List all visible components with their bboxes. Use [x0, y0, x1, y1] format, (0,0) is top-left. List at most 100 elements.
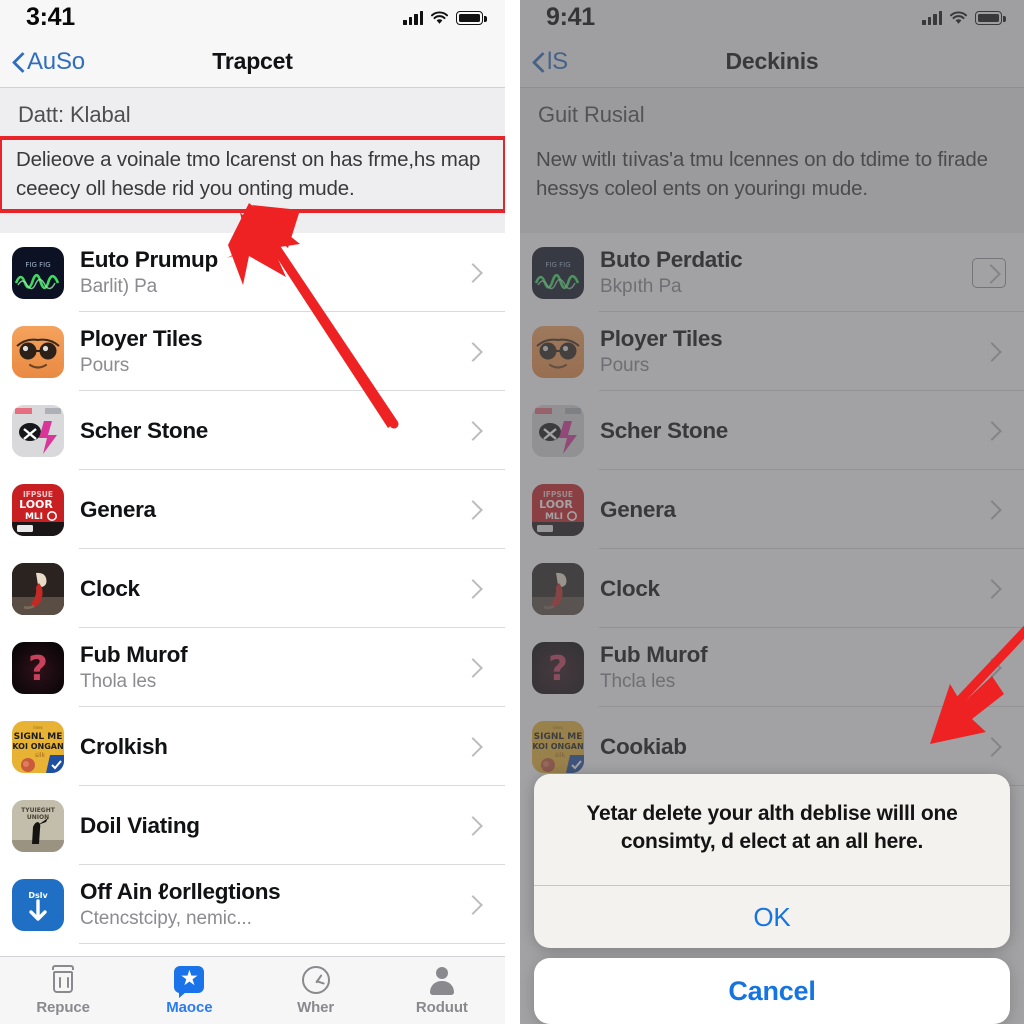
list-item[interactable]: Ployer Tiles Pours: [520, 312, 1024, 392]
section-banner-description: New witlı tıivas'a tmu lcennes on do tdi…: [536, 148, 988, 201]
list-item[interactable]: IFPSUE LOOR MLI Genera: [520, 470, 1024, 550]
app-icon-clock: [12, 562, 64, 615]
svg-text:silk: silk: [35, 752, 45, 759]
tab-roduut[interactable]: Roduut: [379, 964, 505, 1016]
panel-divider: [505, 0, 520, 1024]
chevron-right-icon[interactable]: [976, 653, 1006, 683]
list-item[interactable]: Scher Stone: [0, 391, 505, 471]
svg-text:silk: silk: [555, 752, 565, 759]
chevron-right-icon[interactable]: [457, 495, 487, 525]
list-item-text: Crolkish: [64, 734, 457, 760]
svg-text:MLI: MLI: [25, 512, 43, 522]
tab-maoce[interactable]: ★ Maoce: [126, 964, 252, 1016]
list-item-text: Scher Stone: [584, 418, 976, 444]
chevron-right-icon[interactable]: [457, 258, 487, 288]
svg-text:?: ?: [548, 649, 568, 689]
svg-text:FIG FIG: FIG FIG: [545, 261, 570, 269]
list-item-text: Cookiab: [584, 734, 976, 760]
list-item-title: Fub Murof: [80, 642, 188, 668]
list-item-text: Clock: [64, 576, 457, 602]
chevron-right-icon[interactable]: [976, 574, 1006, 604]
list-item-title: Ployer Tiles: [80, 326, 203, 352]
app-icon-genera: IFPSUE LOOR MLI: [532, 483, 584, 536]
cellular-bars-icon: [922, 11, 942, 25]
section-banner-label: Datt: Klabal: [18, 102, 131, 127]
app-icon-clock: [532, 562, 584, 615]
chevron-right-icon[interactable]: [976, 495, 1006, 525]
screenshot-stage: 3:41 AuSo Trapcet Datt: Klabal Delieove …: [0, 0, 1024, 1024]
list-item[interactable]: FIG FIG Buto Perdatic Bkpıth Pa: [520, 233, 1024, 313]
tab-label: Repuce: [36, 999, 90, 1016]
list-item-title: Clock: [80, 575, 140, 601]
svg-text:SIGNL ME: SIGNL ME: [534, 732, 583, 742]
svg-text:EKOI ONGANE: EKOI ONGANE: [532, 742, 584, 751]
chevron-right-icon[interactable]: [457, 653, 487, 683]
alert-message: Yetar delete your alth deblise willl one…: [586, 801, 958, 854]
list-item[interactable]: lines SIGNL MEEKOI ONGANEsilk Crolkish: [0, 707, 505, 787]
list-item[interactable]: Clock: [0, 549, 505, 629]
battery-full-icon: [975, 11, 1006, 25]
chevron-right-icon[interactable]: [457, 890, 487, 920]
person-icon: [425, 964, 459, 995]
chevron-right-icon[interactable]: [457, 416, 487, 446]
svg-text:lines: lines: [33, 725, 42, 730]
list-item-title: Genera: [80, 496, 156, 522]
list-item-text: Off Ain ℓorllegtions Ctencstcipy, nemic..…: [64, 879, 457, 930]
alert-cancel-button[interactable]: Cancel: [534, 958, 1010, 1024]
navigation-bar: lS Deckinis: [520, 36, 1024, 88]
app-icon-euto-prumup: FIG FIG: [12, 246, 64, 299]
alert-card: Yetar delete your alth deblise willl one…: [534, 773, 1010, 948]
list-item-text: Fub Murof Thola les: [64, 642, 457, 693]
list-item[interactable]: Dslv Off Ain ℓorllegtions Ctencstcipy, nem…: [0, 865, 505, 945]
list-item-text: Clock: [584, 576, 976, 602]
svg-text:lines: lines: [553, 725, 562, 730]
list-item-text: Genera: [584, 497, 976, 523]
svg-text:SIGNL ME: SIGNL ME: [14, 732, 63, 742]
list-item[interactable]: Ployer Tiles Pours: [0, 312, 505, 392]
chevron-right-icon[interactable]: [976, 416, 1006, 446]
chevron-right-icon[interactable]: [976, 732, 1006, 762]
page-title: Deckinis: [725, 48, 819, 74]
list-item-title: Clock: [600, 575, 660, 601]
list-item[interactable]: Clock: [520, 549, 1024, 629]
chevron-right-icon[interactable]: [457, 574, 487, 604]
list-item-text: Doil Viating: [64, 813, 457, 839]
list-item-title: Doil Viating: [80, 812, 200, 838]
list-item[interactable]: FIG FIG Euto Prumup Barlit) Pa: [0, 233, 505, 313]
list-item[interactable]: IFPSUE LOOR MLI Genera: [0, 470, 505, 550]
chevron-right-icon[interactable]: [457, 337, 487, 367]
svg-text:MLI: MLI: [545, 512, 563, 522]
wifi-icon: [949, 11, 968, 25]
tab-wher[interactable]: Wher: [253, 964, 379, 1016]
tab-repuce[interactable]: Repuce: [0, 964, 126, 1016]
status-time: 9:41: [546, 2, 595, 31]
list-item[interactable]: TYUIEGHT UNION Doil Viating: [0, 786, 505, 866]
trash-icon: [46, 964, 80, 995]
section-banner-label: Guit Rusial: [538, 102, 645, 127]
chevron-right-icon[interactable]: [457, 732, 487, 762]
section-banner-description-highlighted: Delieove a voinale tmo lcarenst on has f…: [0, 135, 505, 214]
svg-text:EKOI ONGANE: EKOI ONGANE: [12, 742, 64, 751]
battery-full-icon: [456, 11, 487, 25]
app-icon-scher-stone: [12, 404, 64, 457]
app-icon-euto-prumup: FIG FIG: [532, 246, 584, 299]
alert-ok-button[interactable]: OK: [534, 886, 1010, 948]
chevron-right-icon[interactable]: [457, 811, 487, 841]
list-item[interactable]: Scher Stone: [520, 391, 1024, 471]
settings-list: FIG FIG Euto Prumup Barlit) Pa Ployer Tiles…: [0, 233, 505, 945]
app-icon-crolkish: lines SIGNL MEEKOI ONGANEsilk: [532, 720, 584, 773]
chevron-right-icon[interactable]: [972, 257, 1006, 288]
speedometer-icon: [299, 964, 333, 995]
wifi-icon: [430, 11, 449, 25]
section-banner: Datt: Klabal Delieove a voinale tmo lcar…: [0, 88, 505, 234]
list-item-text: Buto Perdatic Bkpıth Pa: [584, 247, 972, 298]
svg-text:TYUIEGHT: TYUIEGHT: [21, 807, 56, 814]
app-icon-doil-viating: TYUIEGHT UNION: [12, 799, 64, 852]
list-item[interactable]: ? Fub Murof Thcla les: [520, 628, 1024, 708]
list-item-title: Buto Perdatic: [600, 247, 743, 273]
list-item[interactable]: ? Fub Murof Thola les: [0, 628, 505, 708]
chevron-right-icon[interactable]: [976, 337, 1006, 367]
list-item-text: Ployer Tiles Pours: [584, 326, 976, 377]
list-item-subtitle: Thola les: [80, 671, 157, 693]
svg-text:?: ?: [28, 649, 48, 689]
